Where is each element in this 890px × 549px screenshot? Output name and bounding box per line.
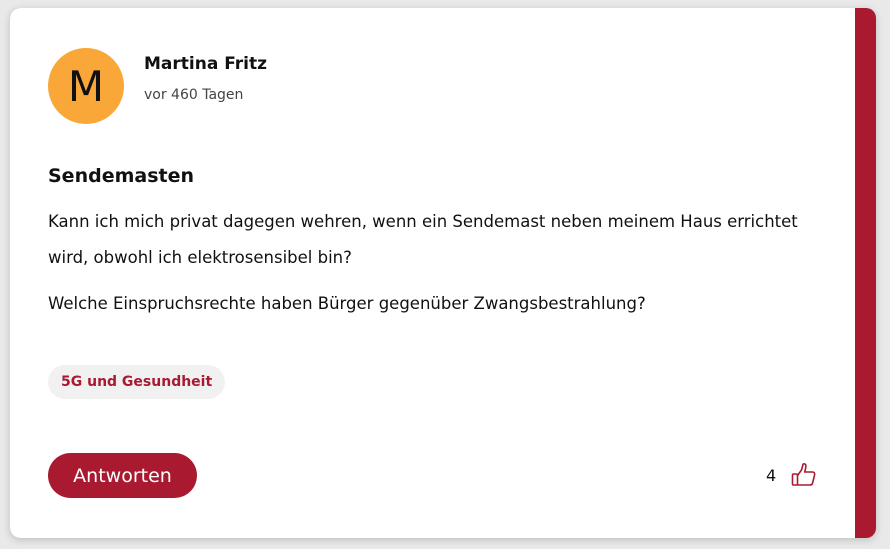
post-title: Sendemasten [48, 165, 195, 187]
avatar: M [48, 48, 124, 124]
post-card-container: M Martina Fritz vor 460 Tagen Sendemaste… [10, 8, 876, 538]
post-body: Kann ich mich privat dagegen wehren, wen… [48, 204, 808, 322]
like-count: 4 [766, 466, 777, 485]
post-body-paragraph: Kann ich mich privat dagegen wehren, wen… [48, 212, 798, 267]
reply-button[interactable]: Antworten [48, 453, 197, 498]
topic-tag[interactable]: 5G und Gesundheit [48, 365, 226, 399]
post-card: M Martina Fritz vor 460 Tagen Sendemaste… [10, 8, 855, 538]
post-body-paragraph: Welche Einspruchsrechte haben Bürger geg… [48, 294, 646, 313]
thumbs-up-icon[interactable] [790, 461, 818, 489]
post-timestamp: vor 460 Tagen [144, 87, 244, 103]
avatar-initial: M [67, 61, 105, 111]
author-name: Martina Fritz [144, 54, 267, 74]
